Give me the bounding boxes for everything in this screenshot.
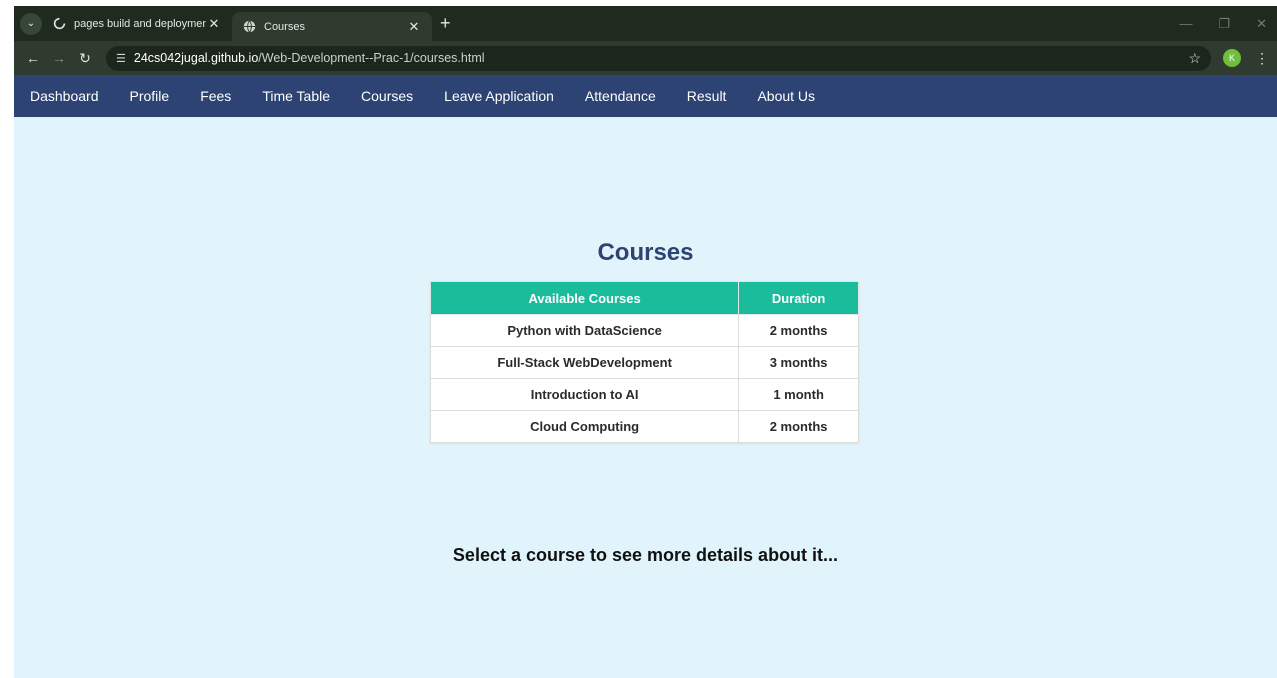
close-tab-icon[interactable]: ✕ bbox=[406, 19, 422, 35]
nav-link-profile[interactable]: Profile bbox=[130, 88, 170, 104]
reload-icon[interactable]: ↻ bbox=[74, 50, 96, 67]
table-row[interactable]: Cloud Computing 2 months bbox=[429, 410, 859, 443]
course-duration-cell: 2 months bbox=[738, 410, 859, 443]
new-tab-plus-icon[interactable]: + bbox=[440, 13, 451, 34]
top-navigation: Dashboard Profile Fees Time Table Course… bbox=[14, 75, 1277, 117]
minimize-icon[interactable]: — bbox=[1179, 16, 1192, 31]
tab-strip: ⌄ pages build and deployment · 2 ✕ Cours… bbox=[14, 6, 1277, 41]
window-controls: — ❐ ✕ bbox=[1179, 6, 1267, 41]
column-header-available-courses: Available Courses bbox=[429, 281, 740, 315]
nav-link-leave-application[interactable]: Leave Application bbox=[444, 88, 554, 104]
course-name-cell[interactable]: Python with DataScience bbox=[429, 314, 740, 347]
address-bar[interactable]: ☰ 24cs042jugal.github.io/Web-Development… bbox=[106, 45, 1211, 71]
table-header-row: Available Courses Duration bbox=[429, 281, 859, 315]
bookmark-star-icon[interactable]: ☆ bbox=[1188, 50, 1201, 67]
tab-title: Courses bbox=[264, 20, 305, 33]
close-tab-icon[interactable]: ✕ bbox=[206, 16, 222, 32]
table-row[interactable]: Full-Stack WebDevelopment 3 months bbox=[429, 346, 859, 379]
url-host: 24cs042jugal.github.io bbox=[133, 51, 259, 65]
tab-pages-build[interactable]: pages build and deployment · 2 ✕ bbox=[42, 6, 232, 41]
column-header-duration: Duration bbox=[738, 281, 859, 315]
close-window-icon[interactable]: ✕ bbox=[1256, 16, 1267, 32]
course-name-cell[interactable]: Introduction to AI bbox=[429, 378, 740, 411]
github-icon bbox=[52, 17, 66, 31]
course-duration-cell: 3 months bbox=[738, 346, 859, 379]
url-path: /Web-Development--Prac-1/courses.html bbox=[258, 51, 485, 65]
nav-link-dashboard[interactable]: Dashboard bbox=[30, 88, 99, 104]
page-title: Courses bbox=[597, 239, 694, 266]
menu-kebab-icon[interactable]: ⋮ bbox=[1255, 50, 1269, 67]
table-row[interactable]: Introduction to AI 1 month bbox=[429, 378, 859, 411]
browser-toolbar: ← → ↻ ☰ 24cs042jugal.github.io/Web-Devel… bbox=[14, 41, 1277, 75]
course-details-hint: Select a course to see more details abou… bbox=[452, 545, 839, 565]
tab-search-chevron-icon[interactable]: ⌄ bbox=[20, 12, 42, 35]
course-name-cell[interactable]: Full-Stack WebDevelopment bbox=[429, 346, 740, 379]
table-row[interactable]: Python with DataScience 2 months bbox=[429, 314, 859, 347]
courses-table: Available Courses Duration Python with D… bbox=[429, 281, 859, 443]
profile-avatar[interactable]: K bbox=[1223, 49, 1241, 67]
course-duration-cell: 1 month bbox=[738, 378, 859, 411]
nav-link-attendance[interactable]: Attendance bbox=[585, 88, 656, 104]
nav-link-result[interactable]: Result bbox=[687, 88, 727, 104]
tab-title: pages build and deployment · 2 bbox=[74, 17, 206, 30]
nav-link-time-table[interactable]: Time Table bbox=[262, 88, 330, 104]
nav-link-about-us[interactable]: About Us bbox=[757, 88, 815, 104]
course-name-cell[interactable]: Cloud Computing bbox=[429, 410, 740, 443]
browser-window: ⌄ pages build and deployment · 2 ✕ Cours… bbox=[14, 6, 1277, 678]
forward-arrow-icon[interactable]: → bbox=[48, 50, 70, 66]
web-page: Dashboard Profile Fees Time Table Course… bbox=[14, 75, 1277, 678]
restore-icon[interactable]: ❐ bbox=[1218, 16, 1230, 32]
tab-courses[interactable]: Courses ✕ bbox=[232, 12, 432, 41]
nav-link-fees[interactable]: Fees bbox=[200, 88, 231, 104]
site-settings-icon[interactable]: ☰ bbox=[116, 52, 126, 65]
globe-icon bbox=[242, 20, 256, 34]
back-arrow-icon[interactable]: ← bbox=[22, 50, 44, 66]
course-duration-cell: 2 months bbox=[738, 314, 859, 347]
nav-link-courses[interactable]: Courses bbox=[361, 88, 413, 104]
